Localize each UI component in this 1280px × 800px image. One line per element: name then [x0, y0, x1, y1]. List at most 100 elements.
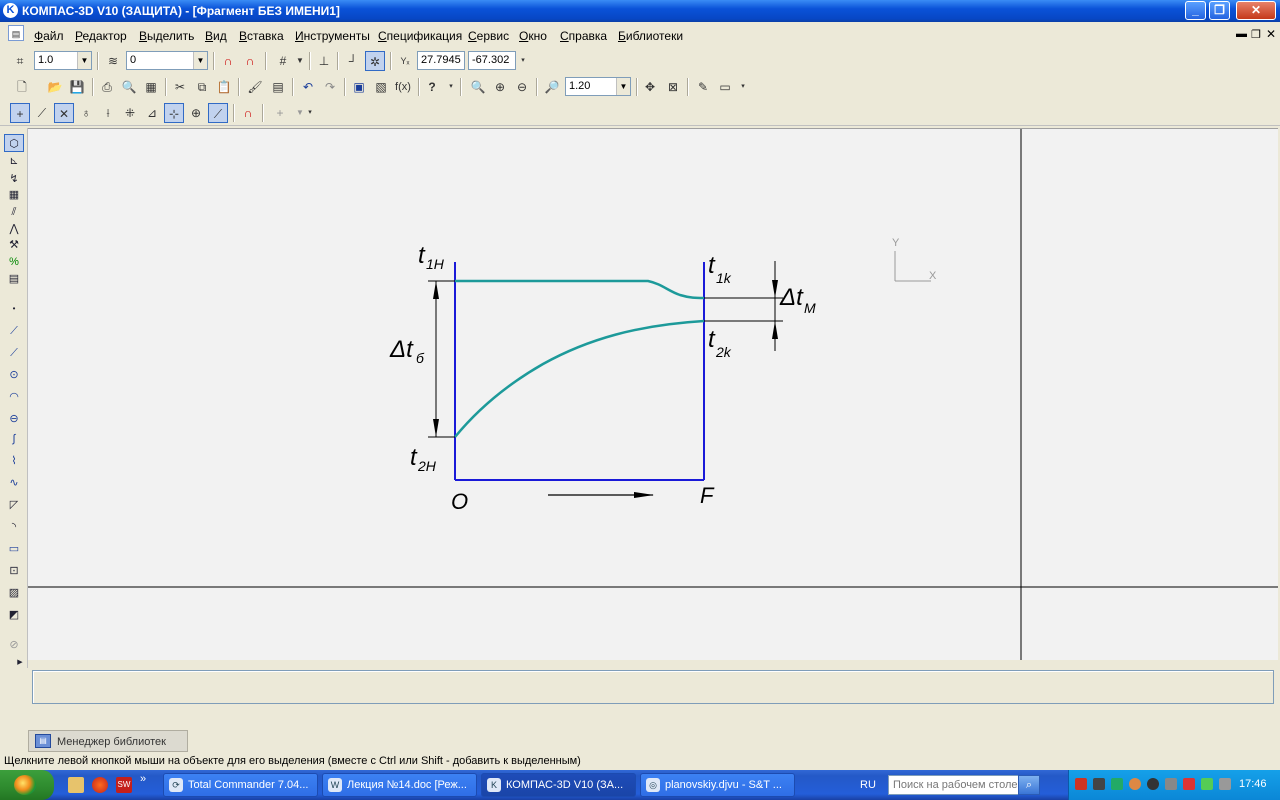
- tree-icon[interactable]: ▣: [349, 77, 369, 97]
- layers-manager-icon[interactable]: ▧: [371, 77, 391, 97]
- step-field[interactable]: 1.0 ▼: [34, 51, 92, 70]
- variables-icon[interactable]: f(x): [393, 77, 413, 97]
- tray-display-icon[interactable]: [1165, 778, 1177, 790]
- mdi-minimize-icon[interactable]: ▬: [1236, 28, 1247, 40]
- display-icon[interactable]: ▭: [715, 77, 735, 97]
- layer-field[interactable]: 0 ▼: [126, 51, 208, 70]
- snap-angle-icon[interactable]: ⟊: [98, 103, 118, 123]
- rectangle-icon[interactable]: ▭: [4, 540, 24, 558]
- tray-utility-icon[interactable]: [1201, 778, 1213, 790]
- task-djvu[interactable]: ◎ planovskiy.djvu - S&T ...: [640, 773, 795, 797]
- snap-intersection-icon[interactable]: ⟋: [32, 103, 52, 123]
- chevron-down-icon[interactable]: ▼: [616, 78, 630, 95]
- snap-cross-icon[interactable]: ✕: [54, 103, 74, 123]
- menu-specification[interactable]: Спецификация: [378, 29, 462, 43]
- language-indicator[interactable]: RU: [860, 779, 876, 791]
- menu-file[interactable]: Файл: [34, 29, 64, 43]
- spec-panel-icon[interactable]: %: [4, 253, 24, 271]
- point-icon[interactable]: •: [4, 300, 24, 318]
- chevron-down-icon[interactable]: ▼: [77, 52, 91, 69]
- snap-nearest-point-icon[interactable]: +: [10, 103, 30, 123]
- minimize-button[interactable]: _: [1185, 1, 1206, 20]
- refresh-icon[interactable]: ✎: [693, 77, 713, 97]
- arc-icon[interactable]: ◠: [4, 388, 24, 406]
- format-painter-icon[interactable]: 🖌: [245, 77, 265, 97]
- coord-y-field[interactable]: -67.302: [468, 51, 516, 70]
- geometry-panel-icon[interactable]: ⬡: [4, 134, 24, 152]
- tray-antivirus-icon[interactable]: [1093, 778, 1105, 790]
- polyline-icon[interactable]: ∿: [4, 474, 24, 492]
- save-icon[interactable]: 💾: [67, 77, 87, 97]
- zoom-scale-icon[interactable]: 🔎: [542, 77, 562, 97]
- contour-icon[interactable]: ⊡: [4, 562, 24, 580]
- expand-arrow-icon[interactable]: ▶: [14, 654, 26, 672]
- show-all-icon[interactable]: ⊠: [663, 77, 683, 97]
- properties-field[interactable]: [32, 670, 1274, 704]
- search-icon[interactable]: ⌕: [1018, 775, 1040, 795]
- menu-libraries[interactable]: Библиотеки: [618, 29, 683, 43]
- zoom-out-icon[interactable]: ⊖: [512, 77, 532, 97]
- menu-select[interactable]: Выделить: [139, 29, 194, 43]
- quicklaunch-notepad-icon[interactable]: [68, 777, 84, 793]
- copy-icon[interactable]: ⧉: [192, 77, 212, 97]
- maximize-button[interactable]: ❐: [1209, 1, 1230, 20]
- local-cs-icon[interactable]: ⊥: [314, 51, 334, 71]
- tray-safely-remove-icon[interactable]: [1183, 778, 1195, 790]
- fill-icon[interactable]: ◩: [4, 606, 24, 624]
- snap-circle-center-icon[interactable]: ⊕: [186, 103, 206, 123]
- mdi-close-icon[interactable]: ✕: [1266, 27, 1276, 41]
- zoom-in-icon[interactable]: ⊕: [490, 77, 510, 97]
- snap-magnet-icon[interactable]: ∩: [238, 103, 258, 123]
- tray-network-icon[interactable]: [1111, 778, 1123, 790]
- quicklaunch-solidworks-icon[interactable]: SW: [116, 777, 132, 793]
- snap-point-on-curve-icon[interactable]: ♁: [76, 103, 96, 123]
- toolbar-overflow-icon[interactable]: ▾: [446, 77, 456, 97]
- menu-editor[interactable]: Редактор: [75, 29, 127, 43]
- open-icon[interactable]: 📂: [45, 77, 65, 97]
- toolbar-overflow-icon[interactable]: ▾: [305, 103, 315, 123]
- equidistant-icon[interactable]: ⊘: [4, 636, 24, 654]
- snap-magnet-icon[interactable]: ∩: [240, 51, 260, 71]
- layers-icon[interactable]: ≋: [103, 51, 123, 71]
- hatch-icon[interactable]: ▨: [4, 584, 24, 602]
- menu-view[interactable]: Вид: [205, 29, 227, 43]
- properties-icon[interactable]: ▦: [141, 77, 161, 97]
- snap-step-icon[interactable]: ⌗: [10, 51, 30, 71]
- quicklaunch-more-icon[interactable]: »: [140, 773, 146, 785]
- pan-icon[interactable]: ✥: [640, 77, 660, 97]
- quicklaunch-opera-icon[interactable]: [92, 777, 108, 793]
- task-word[interactable]: W Лекция №14.doc [Реж...: [322, 773, 477, 797]
- cut-icon[interactable]: ✂: [170, 77, 190, 97]
- tray-speaker-icon[interactable]: [1147, 778, 1159, 790]
- chamfer-icon[interactable]: ◸: [4, 496, 24, 514]
- help-cursor-icon[interactable]: ?: [422, 77, 442, 97]
- parametrization-panel-icon[interactable]: ⫽: [4, 203, 24, 221]
- zoom-window-icon[interactable]: 🔍: [468, 77, 488, 97]
- start-button[interactable]: [0, 770, 54, 800]
- nurbs-icon[interactable]: ⌇: [4, 452, 24, 470]
- toolbar-overflow-icon[interactable]: ▾: [738, 77, 748, 97]
- menu-help[interactable]: Справка: [560, 29, 607, 43]
- new-icon[interactable]: 🗋: [12, 77, 32, 97]
- tray-monitor-icon[interactable]: [1219, 778, 1231, 790]
- manager-icon[interactable]: ▤: [268, 77, 288, 97]
- fillet-icon[interactable]: ◝: [4, 518, 24, 536]
- task-kompas[interactable]: K КОМПАС-3D V10 (ЗА...: [481, 773, 636, 797]
- tray-update-icon[interactable]: [1129, 778, 1141, 790]
- ortho-icon[interactable]: ┘: [343, 51, 363, 71]
- menu-tools[interactable]: Инструменты: [295, 29, 370, 43]
- snap-options-icon[interactable]: +: [270, 103, 290, 123]
- magnet-icon[interactable]: ∩: [218, 51, 238, 71]
- undo-icon[interactable]: ↶: [298, 77, 318, 97]
- menu-insert[interactable]: Вставка: [239, 29, 284, 43]
- snap-tangent-icon[interactable]: ⟋: [208, 103, 228, 123]
- auxiliary-line-icon[interactable]: ⟋: [4, 322, 24, 340]
- spline-icon[interactable]: ∫: [4, 430, 24, 448]
- snap-center-icon[interactable]: ⊹: [164, 103, 184, 123]
- circle-icon[interactable]: ⊙: [4, 366, 24, 384]
- library-manager-tab[interactable]: ▤ Менеджер библиотек: [28, 730, 188, 752]
- reports-panel-icon[interactable]: ▤: [4, 270, 24, 288]
- dimensions-panel-icon[interactable]: ⊾: [4, 152, 24, 170]
- menu-service[interactable]: Сервис: [468, 29, 509, 43]
- zoom-field[interactable]: 1.20 ▼: [565, 77, 631, 96]
